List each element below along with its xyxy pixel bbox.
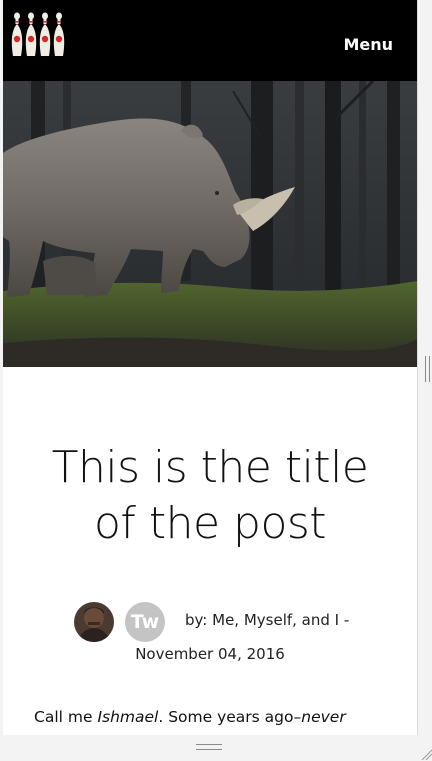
post-title-line-2: of the post [93,498,327,549]
avatar-initials-badge[interactable]: Tw [125,602,165,642]
post-title-line-1: This is the title [51,442,369,493]
author-avatar[interactable] [74,602,114,642]
horizontal-resize-grip[interactable] [196,744,222,750]
top-navigation-bar: Menu [3,0,417,81]
post-body-paragraph: Call me Ishmael. Some years ago–never [34,708,346,726]
vertical-resize-handle[interactable] [425,356,430,382]
body-text-emphasis: never [301,708,346,726]
menu-button[interactable]: Menu [343,35,393,54]
body-text-middle: . Some years ago– [158,708,302,726]
post-date: November 04, 2016 [135,645,285,663]
body-text-name: Ishmael [97,708,159,726]
post-title: This is the title of the post [3,440,417,552]
bowling-pins-logo-icon[interactable] [9,12,71,60]
rhino-photo [3,81,417,367]
corner-resize-grip-icon[interactable] [420,748,432,760]
post-byline: by: Me, Myself, and I - [185,611,350,629]
page-frame: Menu This is the title of the post Tw by… [3,0,418,735]
body-text-start: Call me [34,708,98,726]
